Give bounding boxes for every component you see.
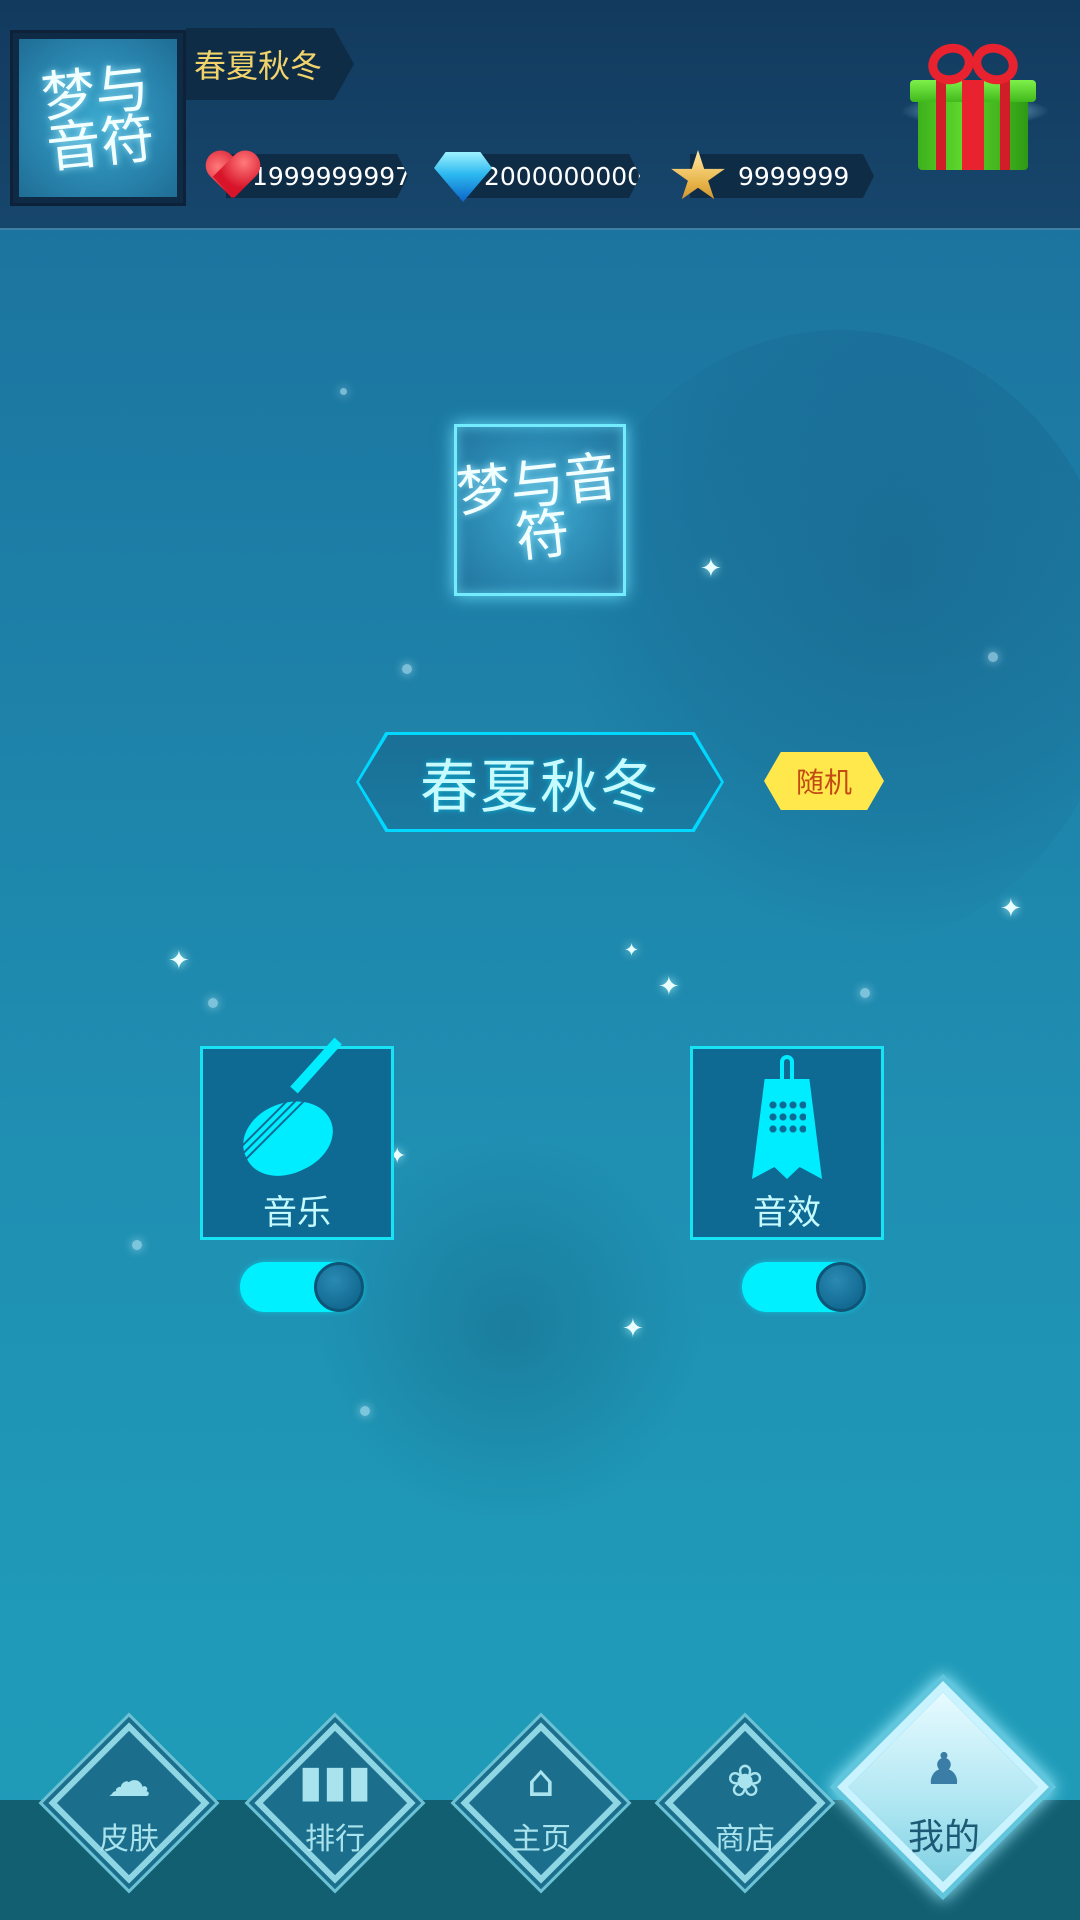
nav-item-mine[interactable]: ♟ 我的	[836, 1680, 1050, 1900]
player-name-plate: 春夏秋冬	[356, 732, 724, 832]
music-toggle[interactable]	[240, 1262, 364, 1312]
sound-effect-toggle[interactable]	[742, 1262, 866, 1312]
sparkle: ✦	[658, 972, 680, 1002]
bar-chart-icon: ▮▮▮	[298, 1756, 372, 1807]
star-icon	[670, 150, 726, 202]
sound-effect-label: 音效	[753, 1193, 821, 1233]
glow-dot	[132, 1240, 142, 1250]
glow-dot	[360, 1406, 370, 1416]
player-name: 春夏秋冬	[419, 753, 660, 821]
random-name-label: 随机	[795, 766, 852, 799]
avatar-logo: 梦与音符	[19, 39, 177, 197]
bell-icon	[722, 1055, 852, 1185]
toggle-knob	[314, 1262, 364, 1312]
stars-value: 9999999	[738, 161, 850, 191]
nav-item-shop[interactable]: ❀ 商店	[660, 1718, 830, 1888]
pavilion-icon: ⌂	[527, 1756, 555, 1807]
game-logo-text: 梦与音符	[453, 444, 622, 570]
game-logo[interactable]: 梦与音符	[453, 424, 626, 596]
username: 春夏秋冬	[194, 47, 323, 85]
glow-dot	[208, 998, 218, 1008]
hearts-value: 1999999997	[252, 161, 412, 191]
sparkle: ✦	[622, 1314, 644, 1344]
gift-icon[interactable]	[900, 37, 1050, 176]
sound-effect-setting[interactable]: 音效	[690, 1046, 884, 1240]
username-plate: 春夏秋冬	[186, 28, 354, 100]
background-mountain	[560, 330, 1080, 950]
nav-item-rank[interactable]: ▮▮▮ 排行	[250, 1718, 420, 1888]
sparkle: ✦	[700, 554, 722, 584]
glow-dot	[340, 388, 347, 395]
sparkle: ✦	[1000, 894, 1022, 924]
diamonds-value: 2000000000	[484, 161, 644, 191]
nav-item-skin[interactable]: ☁ 皮肤	[44, 1718, 214, 1888]
nav-label: 皮肤	[99, 1822, 159, 1857]
avatar-logo-text: 梦与音符	[38, 55, 158, 181]
sparkle: ✦	[624, 940, 640, 961]
nav-label: 主页	[511, 1822, 571, 1857]
music-setting[interactable]: 音乐	[200, 1037, 394, 1240]
diamond-icon	[434, 152, 492, 204]
toggle-knob	[816, 1262, 866, 1312]
lute-icon	[226, 1037, 362, 1190]
nav-item-home[interactable]: ⌂ 主页	[456, 1718, 626, 1888]
sparkle: ✦	[168, 946, 190, 976]
random-name-button[interactable]: 随机	[764, 752, 884, 810]
glow-dot	[988, 652, 998, 662]
user-icon: ♟	[924, 1744, 964, 1795]
cloud-icon: ☁	[107, 1756, 151, 1807]
lotus-icon: ❀	[726, 1756, 764, 1807]
music-label: 音乐	[263, 1193, 331, 1233]
heart-icon	[204, 150, 260, 202]
avatar[interactable]: 梦与音符	[10, 30, 186, 206]
nav-label: 我的	[907, 1817, 980, 1858]
glow-dot	[860, 988, 870, 998]
glow-dot	[402, 664, 412, 674]
nav-label: 排行	[305, 1822, 365, 1857]
top-bar: 梦与音符 春夏秋冬 1999999997 2000000000 9999999	[0, 0, 1080, 230]
nav-label: 商店	[715, 1822, 775, 1857]
